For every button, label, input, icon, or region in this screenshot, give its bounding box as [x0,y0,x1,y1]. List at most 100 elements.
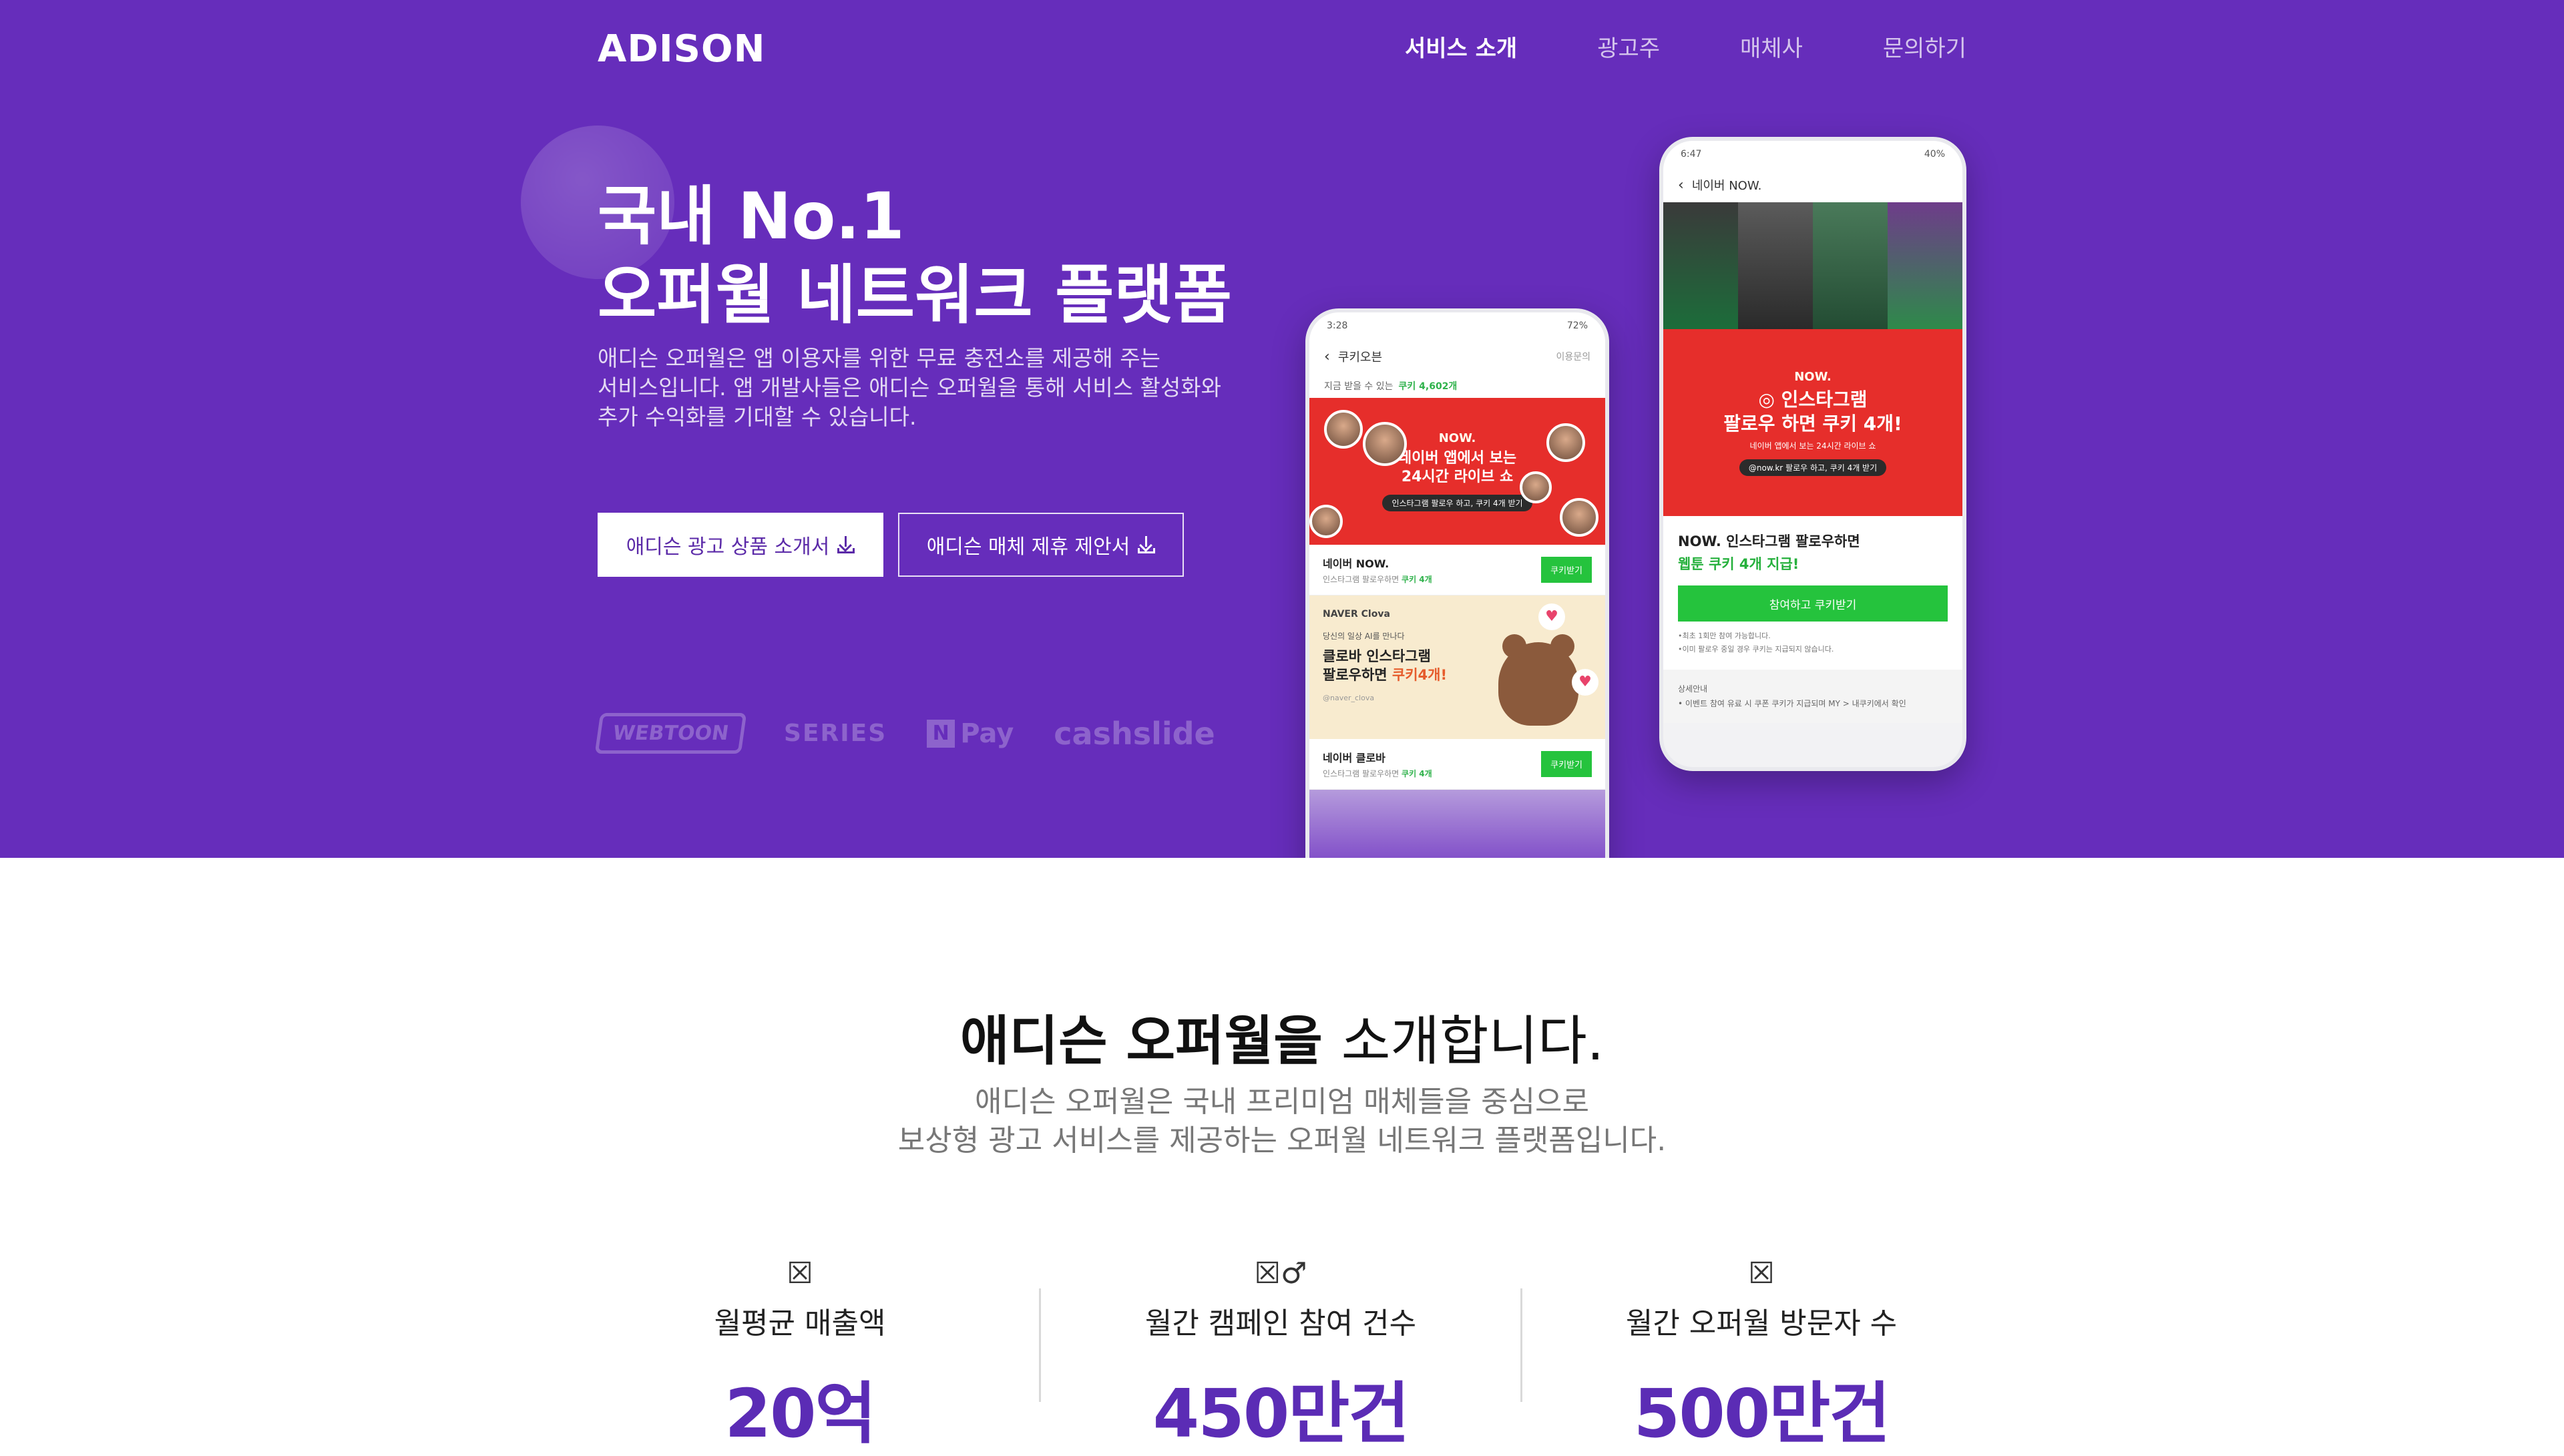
nav-advertiser[interactable]: 광고주 [1597,30,1660,63]
promo-reward: 쿠키4개! [1392,667,1448,683]
cookie-available-text: 지금 받을 수 있는 [1324,381,1394,392]
campaign-info-title: NOW. 인스타그램 팔로우하면 [1678,533,1860,549]
hero-description: 애디슨 오퍼월은 앱 이용자를 위한 무료 충전소를 제공해 주는 서비스입니다… [598,344,1265,432]
host-avatar [1546,423,1585,462]
campaign-detail: 상세안내 • 이벤트 참여 유료 시 쿠폰 쿠키가 지급되며 MY > 내쿠키에… [1663,670,1962,723]
cookie-count: 쿠키 4,602개 [1398,381,1458,392]
promo-main-text: 네이버 앱에서 보는 24시간 라이브 쇼 [1398,449,1516,487]
intro-desc-line1: 애디슨 오퍼월은 국내 프리미엄 매체들을 중심으로 [974,1085,1589,1119]
ad-brochure-label: 애디슨 광고 상품 소개서 [626,535,830,559]
stat-value: 500만건 [1633,1375,1891,1453]
intro-title-bold: 애디슨 오퍼월을 [959,1010,1323,1072]
revenue-icon: ☒ [787,1256,813,1290]
status-battery: 72% [1566,320,1588,331]
heart-icon: ♥ [1538,603,1565,630]
campaign-info: NOW. 인스타그램 팔로우하면 웹툰 쿠키 4개 지급! 참여하고 쿠키받기 … [1663,516,1962,670]
intro-title: 애디슨 오퍼월을 소개합니다. [0,998,2564,1075]
get-cookie-button[interactable]: 쿠키받기 [1541,751,1592,777]
promo-main-text: ◎ 인스타그램 팔로우 하면 쿠키 4개! [1723,388,1902,436]
campaign-notes: •최초 1회만 참여 가능합니다. •이미 팔로우 중일 경우 쿠키는 지급되지… [1678,630,1948,656]
phone-topbar-title: 네이버 NOW. [1691,179,1762,193]
now-promo-banner: NOW. ◎ 인스타그램 팔로우 하면 쿠키 4개! 네이버 앱에서 보는 24… [1663,329,1962,516]
participate-button[interactable]: 참여하고 쿠키받기 [1678,585,1948,622]
phone-topbar-help: 이용문의 [1556,352,1590,362]
media-partnership-proposal-button[interactable]: 애디슨 매체 제휴 제안서 [898,513,1184,577]
stat-label: 월간 오퍼월 방문자 수 [1625,1306,1898,1341]
stat-value: 450만건 [1152,1375,1410,1453]
ad-product-brochure-button[interactable]: 애디슨 광고 상품 소개서 [598,513,883,577]
hero-title-line1: 국내 No.1 [598,179,905,254]
hero-section: ADISON 서비스 소개 광고주 매체사 문의하기 국내 No.1 오퍼월 네… [0,0,2564,858]
npay-mark: N [927,719,955,748]
hero-desc-line3: 추가 수익화를 기대할 수 있습니다. [598,404,917,430]
partner-logos: WEBTOON SERIES N Pay cashslide [594,713,1215,754]
nav-publisher[interactable]: 매체사 [1740,30,1803,63]
visitors-icon: ☒ [1748,1256,1775,1290]
campaign-subtitle: 인스타그램 팔로우하면 쿠키 4개 [1323,575,1432,584]
promo-brand: NOW. [1438,431,1476,445]
promo-pill: @now.kr 팔로우 하고, 쿠키 4개 받기 [1739,459,1887,476]
hero-title: 국내 No.1 오퍼월 네트워크 플랫폼 [598,177,1232,334]
stat-label: 월간 캠페인 참여 건수 [1144,1306,1417,1341]
detail-title: 상세안내 [1678,684,1708,694]
campaign-row[interactable]: 네이버 클로바 인스타그램 팔로우하면 쿠키 4개 쿠키받기 [1309,739,1605,790]
phone-topbar: ‹ 쿠키오븐 이용문의 [1309,339,1605,374]
host-avatar [1520,471,1552,503]
intro-desc-line2: 보상형 광고 서비스를 제공하는 오퍼월 네트워크 플랫폼입니다. [897,1124,1667,1158]
hosts-photo [1663,202,1962,329]
list-fade [1309,790,1605,858]
status-time: 6:47 [1681,149,1702,160]
campaign-note: •이미 팔로우 중일 경우 쿠키는 지급되지 않습니다. [1678,645,1834,654]
cashslide-logo: cashslide [1054,715,1215,752]
stat-monthly-revenue: ☒ 월평균 매출액 20억 [593,1255,1007,1456]
promo-pill: 인스타그램 팔로우 하고, 쿠키 4개 받기 [1382,495,1532,511]
download-icon [837,536,855,553]
stat-divider [1520,1288,1522,1402]
detail-text: • 이벤트 참여 유료 시 쿠폰 쿠키가 지급되며 MY > 내쿠키에서 확인 [1678,699,1906,708]
adison-logo[interactable]: ADISON [598,25,765,72]
host-avatar [1324,410,1363,449]
intro-title-light: 소개합니다. [1341,1010,1605,1072]
brown-bear-character [1498,634,1578,726]
stat-divider [1039,1288,1041,1402]
stat-monthly-visitors: ☒ 월간 오퍼월 방문자 수 500만건 [1554,1255,1968,1456]
campaign-note: •최초 1회만 참여 가능합니다. [1678,632,1771,640]
participation-icon: ☒♂ [1254,1256,1307,1290]
promo-main-line1: ◎ 인스타그램 [1758,388,1868,411]
npay-text: Pay [960,718,1014,749]
status-battery: 40% [1924,149,1945,160]
nav-contact[interactable]: 문의하기 [1883,30,1966,63]
hero-desc-line2: 서비스입니다. 앱 개발사들은 애디슨 오퍼월을 통해 서비스 활성화와 [598,375,1221,401]
promo-main-line2: 팔로우하면 [1323,667,1387,683]
back-arrow-icon: ‹ [1324,348,1330,365]
phone-status-bar: 3:28 72% [1309,312,1605,339]
phone-topbar: ‹ 네이버 NOW. [1663,168,1962,202]
phone-mockup-offerwall-list: 3:28 72% ‹ 쿠키오븐 이용문의 지금 받을 수 있는 쿠키 4,602… [1305,308,1609,858]
series-logo: SERIES [784,720,887,747]
campaign-title: 네이버 NOW. [1323,557,1390,570]
npay-logo: N Pay [927,718,1014,749]
main-nav: 서비스 소개 광고주 매체사 문의하기 [1405,30,1966,63]
phone-topbar-title: 쿠키오븐 [1337,350,1383,365]
campaign-title: 네이버 클로바 [1323,752,1385,764]
host-avatar [1363,422,1407,466]
nav-service-intro[interactable]: 서비스 소개 [1405,30,1517,63]
heart-icon: ♥ [1572,669,1598,696]
clova-promo-banner: NAVER Clova 당신의 일상 AI를 만나다 클로바 인스타그램 팔로우… [1309,595,1605,739]
download-icon [1138,536,1156,553]
stat-value: 20억 [724,1375,876,1453]
instagram-icon: ◎ [1758,388,1775,411]
promo-brand: NOW. [1794,369,1832,384]
now-promo-banner: NOW. 네이버 앱에서 보는 24시간 라이브 쇼 인스타그램 팔로우 하고,… [1309,398,1605,545]
promo-main-line1: 네이버 앱에서 보는 [1398,450,1517,467]
hero-desc-line1: 애디슨 오퍼월은 앱 이용자를 위한 무료 충전소를 제공해 주는 [598,345,1160,371]
stats-section: ☒ 월평균 매출액 20억 ☒♂ 월간 캠페인 참여 건수 450만건 ☒ 월간… [0,1255,2564,1453]
cookie-available-bar: 지금 받을 수 있는 쿠키 4,602개 [1309,374,1605,398]
media-proposal-label: 애디슨 매체 제휴 제안서 [926,535,1130,559]
hero-title-line2: 오퍼월 네트워크 플랫폼 [598,258,1233,332]
phone-status-bar: 6:47 40% [1663,141,1962,168]
promo-main-line2: 24시간 라이브 쇼 [1401,469,1514,485]
phone-mockup-campaign-detail: 6:47 40% ‹ 네이버 NOW. NOW. ◎ 인스타그램 팔로우 하면 … [1659,137,1966,771]
campaign-row[interactable]: 네이버 NOW. 인스타그램 팔로우하면 쿠키 4개 쿠키받기 [1309,545,1605,595]
get-cookie-button[interactable]: 쿠키받기 [1541,557,1592,583]
